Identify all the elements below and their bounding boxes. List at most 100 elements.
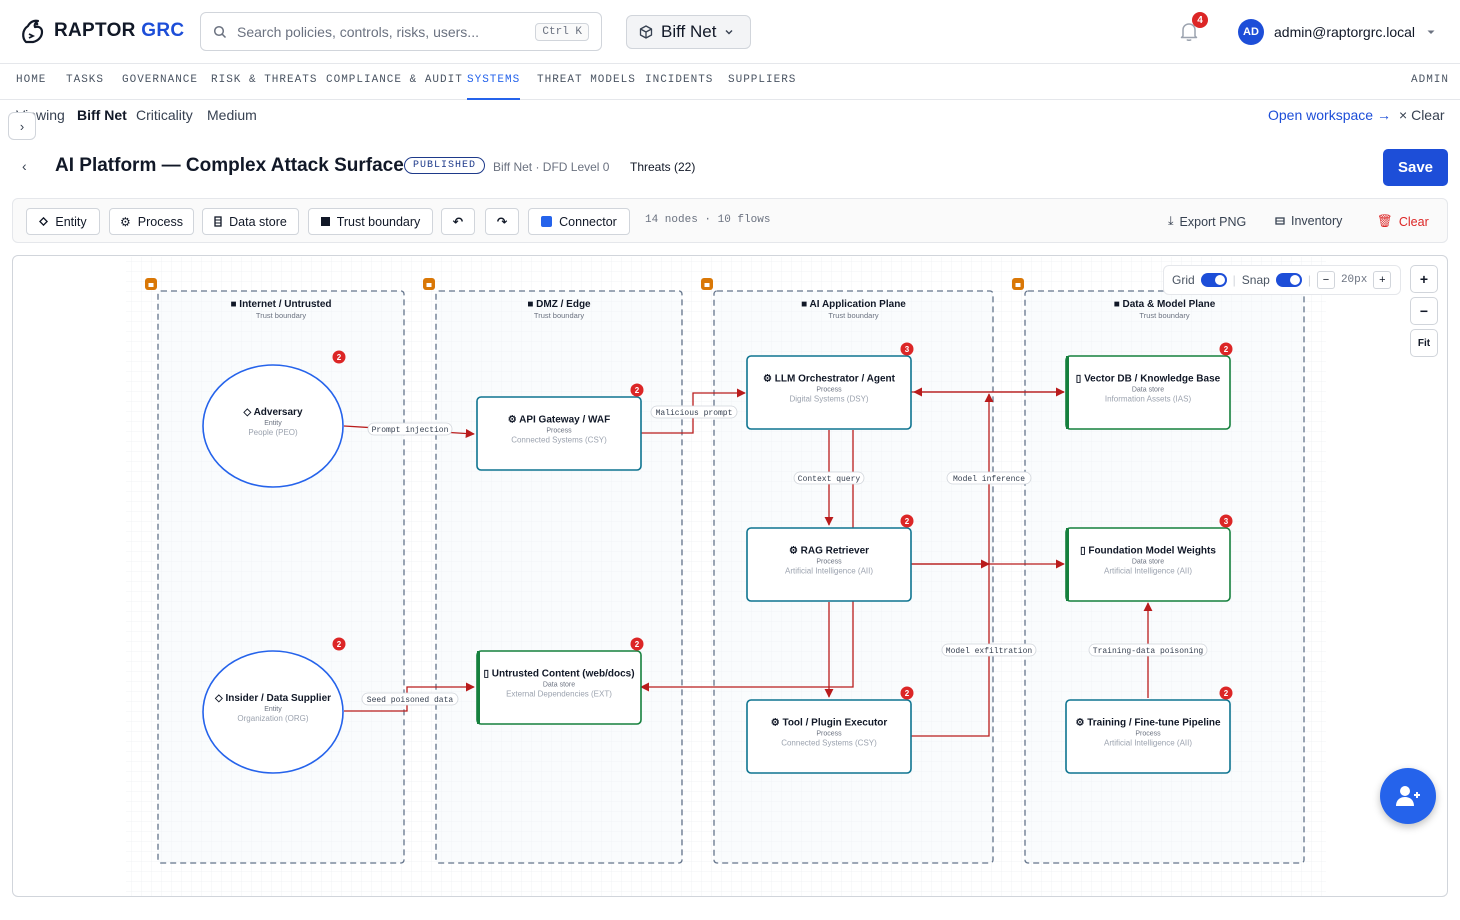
dfd-node-vector[interactable]: ▯ Vector DB / Knowledge Base Data storeIn… (1065, 342, 1233, 430)
context-criticality-label: Criticality (136, 107, 193, 123)
nav-compliance-audit[interactable]: COMPLIANCE & AUDIT (326, 64, 463, 100)
divider: | (1232, 273, 1236, 287)
nav-incidents[interactable]: INCIDENTS (645, 64, 713, 100)
node-category: Artificial Intelligence (AII) (1104, 567, 1192, 576)
flow-label[interactable]: Seed poisoned data (361, 692, 459, 706)
cube-icon (639, 25, 653, 39)
node-label: ⚙ LLM Orchestrator / Agent (763, 374, 896, 385)
dfd-node-weights[interactable]: ▯ Foundation Model Weights Data storeArti… (1065, 514, 1233, 602)
sidebar-expand-button[interactable]: › (8, 112, 36, 140)
flow-label[interactable]: Context query (793, 471, 865, 485)
nav-suppliers[interactable]: SUPPLIERS (728, 64, 796, 100)
node-kind: Process (816, 387, 842, 394)
trust-boundary-name: ■ Internet / Untrusted (230, 299, 331, 310)
nav-tasks[interactable]: TASKS (66, 64, 104, 100)
brand-logo[interactable]: RAPTOR GRC (20, 16, 184, 46)
grid-toggle[interactable] (1200, 273, 1227, 287)
snap-toggle[interactable] (1275, 273, 1302, 287)
add-trust-boundary-button[interactable]: Trust boundary (308, 208, 433, 235)
save-button[interactable]: Save (1383, 149, 1448, 186)
diagram-stats: 14 nodes · 10 flows (645, 214, 771, 226)
status-badge: PUBLISHED (404, 157, 486, 174)
flow-label[interactable]: Prompt injection (367, 422, 453, 436)
node-kind: Process (816, 559, 842, 566)
add-data-store-button[interactable]: Data store (202, 208, 299, 235)
redo-button[interactable]: ↷ (485, 208, 519, 235)
grid-size-decrease-button[interactable]: − (1316, 271, 1335, 289)
flow-label[interactable]: Training-data poisoning (1088, 643, 1208, 657)
open-workspace-link[interactable]: Open workspace → (1268, 107, 1391, 123)
model-header: ‹ AI Platform — Complex Attack Surface P… (0, 148, 1460, 188)
trust-boundary-name: ■ DMZ / Edge (527, 299, 591, 310)
grid-toggle-label: Grid (1172, 273, 1195, 287)
zoom-out-button[interactable]: − (1410, 297, 1438, 325)
inventory-icon (1275, 217, 1285, 225)
context-clear-button[interactable]: × Clear (1399, 107, 1445, 123)
node-kind: Process (816, 731, 842, 738)
trust-boundary-name: ■ Data & Model Plane (1114, 299, 1216, 310)
threats-link[interactable]: Threats (22) (630, 160, 695, 174)
dfd-diagram[interactable]: ■ Internet / UntrustedTrust boundary■ DM… (13, 256, 1448, 897)
node-label: ⚙ RAG Retriever (789, 546, 869, 557)
threat-count: 2 (337, 640, 342, 649)
redo-icon: ↷ (496, 215, 508, 229)
dfd-node-gateway[interactable]: ⚙ API Gateway / WAF ProcessConnected Syst… (476, 383, 644, 471)
snap-toggle-label: Snap (1241, 273, 1270, 287)
user-menu[interactable]: AD admin@raptorgrc.local (1238, 19, 1437, 45)
flow-label[interactable]: Model inference (946, 471, 1032, 485)
system-context-bar: Viewing Biff Net Criticality Medium Open… (0, 100, 1460, 128)
nav-home[interactable]: HOME (16, 64, 46, 100)
square-icon (320, 217, 330, 226)
connector-tool-button[interactable]: Connector (528, 208, 630, 235)
zoom-in-button[interactable]: + (1410, 265, 1438, 293)
lock-icon-body (1015, 283, 1021, 287)
diagram-canvas[interactable]: ■ Internet / Untrusted Trust boundary ■ DM… (12, 255, 1448, 897)
trust-boundary-frame (435, 290, 683, 864)
fit-view-button[interactable]: Fit (1410, 329, 1438, 357)
trust-boundary-kind: Trust boundary (1139, 311, 1189, 320)
system-selector-value: Biff Net (661, 22, 717, 41)
dfd-node-rag[interactable]: ⚙ RAG Retriever ProcessArtificial Intelli… (746, 514, 914, 602)
node-category: Connected Systems (CSY) (511, 436, 607, 445)
nav-threat-models[interactable]: THREAT MODELS (537, 64, 636, 100)
clear-diagram-button[interactable]: 🗑 Clear (1377, 214, 1429, 229)
undo-button[interactable]: ↶ (441, 208, 475, 235)
system-selector[interactable]: Biff Net (626, 15, 751, 49)
dfd-node-untrusted[interactable]: ▯ Untrusted Content (web/docs) Data store… (476, 637, 644, 725)
nav-governance[interactable]: GOVERNANCE (122, 64, 198, 100)
dfd-node-llm[interactable]: ⚙ LLM Orchestrator / Agent ProcessDigital… (746, 342, 914, 430)
node-label: ⚙ Training / Fine-tune Pipeline (1075, 718, 1221, 729)
trust-boundary[interactable]: ■ DMZ / EdgeTrust boundary (423, 278, 683, 864)
add-trust-boundary-label: Trust boundary (336, 214, 421, 229)
flow-label-text: Context query (798, 475, 861, 484)
assign-user-fab[interactable] (1380, 768, 1436, 824)
nav-systems[interactable]: SYSTEMS (467, 64, 521, 100)
trust-boundary-kind: Trust boundary (256, 311, 306, 320)
search-shortcut-hint: Ctrl K (535, 22, 589, 41)
add-entity-button[interactable]: Entity (26, 208, 100, 235)
node-category: Information Assets (IAS) (1105, 395, 1192, 404)
context-system-name: Biff Net (77, 107, 127, 123)
nav-risk-threats[interactable]: RISK & THREATS (211, 64, 317, 100)
global-search[interactable]: Ctrl K (200, 12, 602, 51)
user-add-icon (1396, 786, 1420, 806)
node-category: Digital Systems (DSY) (789, 395, 868, 404)
divider: | (1307, 273, 1311, 287)
add-process-button[interactable]: ⚙ Process (109, 208, 194, 235)
dfd-node-training[interactable]: ⚙ Training / Fine-tune Pipeline ProcessAr… (1065, 686, 1233, 774)
threat-count: 2 (635, 640, 640, 649)
back-chevron-icon[interactable]: ‹ (22, 158, 27, 174)
inventory-button[interactable]: Inventory (1275, 214, 1342, 228)
dfd-node-tool[interactable]: ⚙ Tool / Plugin Executor ProcessConnected… (746, 686, 914, 774)
context-clear-label: Clear (1411, 107, 1445, 123)
nav-admin[interactable]: ADMIN (1411, 64, 1449, 100)
trust-boundary-kind: Trust boundary (534, 311, 584, 320)
threat-count: 2 (1224, 345, 1229, 354)
flow-label[interactable]: Malicious prompt (650, 405, 738, 419)
grid-size-increase-button[interactable]: + (1373, 271, 1392, 289)
search-icon (213, 25, 227, 38)
search-input[interactable] (237, 23, 526, 40)
undo-icon: ↶ (452, 215, 464, 229)
flow-label[interactable]: Model exfiltration (941, 643, 1037, 657)
export-png-button[interactable]: ⤓ Export PNG (1168, 214, 1246, 229)
